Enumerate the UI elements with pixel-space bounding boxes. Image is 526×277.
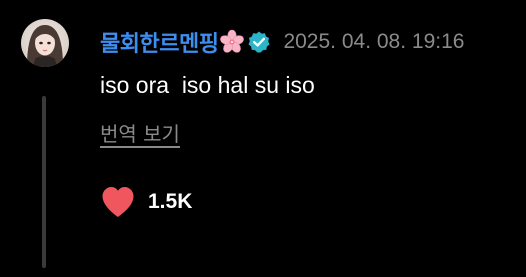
cherry-blossom-icon (219, 29, 245, 55)
like-row: 1.5K (100, 185, 192, 219)
heart-icon[interactable] (100, 185, 136, 219)
thread-line (42, 96, 46, 268)
username[interactable]: 물회한르멘핑 (100, 26, 219, 58)
like-count: 1.5K (148, 190, 193, 213)
translate-link[interactable]: 번역 보기 (100, 118, 180, 147)
avatar-image (21, 19, 69, 67)
comment-header: 물회한르멘핑 2025. 04. 08. 19:16 (100, 27, 464, 57)
timestamp: 2025. 04. 08. 19:16 (283, 30, 465, 53)
comment-text: iso ora iso hal su iso (100, 72, 315, 98)
verified-badge-icon (247, 30, 271, 54)
avatar[interactable] (21, 19, 69, 67)
